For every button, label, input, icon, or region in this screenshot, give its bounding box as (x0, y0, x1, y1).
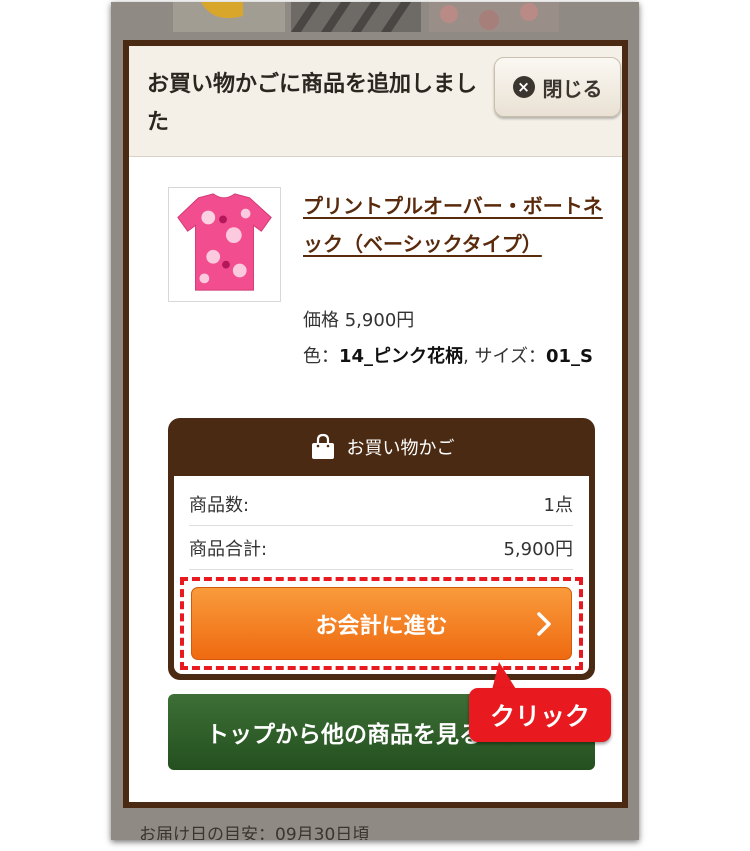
subtotal-label: 商品合計: (189, 538, 268, 560)
item-count-value: 1点 (543, 494, 573, 516)
cart-header: お買い物かご (174, 418, 589, 476)
subtotal-value: 5,900円 (503, 538, 573, 560)
background-thumb-pink (429, 2, 559, 32)
background-thumb-yellow (173, 2, 285, 32)
product-thumbnail[interactable] (168, 187, 281, 302)
cart-body: 商品数: 1点 商品合計: 5,900円 お会計に進む (174, 476, 589, 674)
background-thumb-pattern (291, 2, 421, 32)
cart-title: お買い物かご (346, 438, 455, 459)
close-circle-icon: × (512, 76, 535, 98)
background-delivery-text: お届け日の目安：09月30日頃 (139, 825, 370, 840)
item-count-label: 商品数: (189, 494, 250, 516)
close-button[interactable]: × 閉じる (494, 57, 621, 117)
close-button-label: 閉じる (542, 76, 603, 101)
click-callout: クリック (469, 688, 611, 742)
checkout-button[interactable]: お会計に進む (191, 587, 572, 660)
color-value: 14_ピンク花柄 (339, 346, 464, 367)
background-product-strip (111, 2, 639, 32)
product-price: 価格 5,900円 (303, 306, 414, 332)
checkout-button-label: お会計に進む (315, 613, 448, 639)
cart-row-subtotal: 商品合計: 5,900円 (189, 526, 573, 570)
color-label: 色： (303, 346, 339, 367)
checkout-highlight: お会計に進む (180, 577, 583, 670)
size-value: 01_S (545, 346, 593, 367)
shopping-bag-icon (311, 433, 334, 459)
modal-title: お買い物かごに商品を追加しました (147, 72, 478, 135)
size-label: , サイズ： (463, 346, 546, 367)
cart-summary-panel: お買い物かご 商品数: 1点 商品合計: 5,900円 お会計に進む (168, 418, 595, 680)
price-label: 価格 (303, 310, 339, 331)
cart-row-item-count: 商品数: 1点 (189, 482, 573, 526)
product-spec: 色：14_ピンク花柄, サイズ：01_S (303, 340, 603, 374)
modal-header: お買い物かごに商品を追加しました × 閉じる (129, 46, 622, 157)
chevron-right-icon (537, 612, 551, 636)
product-name-link[interactable]: プリントプルオーバー・ボートネック（ベーシックタイプ） (303, 187, 603, 263)
price-value: 5,900円 (344, 310, 415, 331)
